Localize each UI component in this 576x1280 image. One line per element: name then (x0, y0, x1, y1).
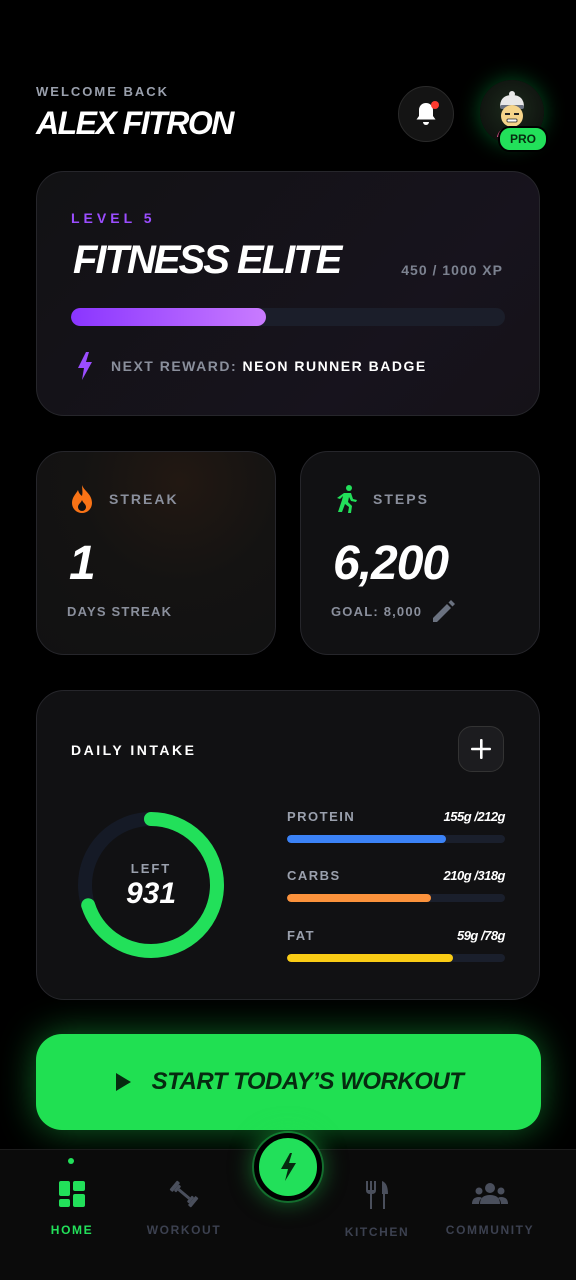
add-food-button[interactable] (458, 726, 504, 772)
steps-header: STEPS (333, 484, 429, 514)
macro-progress-fill (287, 835, 447, 843)
daily-intake-card: DAILY INTAKE LEFT 931 PROTEIN 155g /212g… (36, 690, 540, 1000)
people-icon (472, 1183, 508, 1204)
intake-title: DAILY INTAKE (71, 742, 197, 758)
macro-progress-bar (287, 954, 505, 962)
macro-name: PROTEIN (287, 809, 356, 824)
macro-protein: PROTEIN 155g /212g (287, 809, 505, 843)
nav-label: HOME (50, 1223, 94, 1237)
reward-value: NEON RUNNER BADGE (242, 358, 427, 374)
nav-item-community[interactable]: COMMUNITY (430, 1180, 550, 1237)
calories-left-label: LEFT (130, 861, 172, 876)
streak-card[interactable]: STREAK 1 DAYS STREAK (36, 451, 276, 655)
streak-header: STREAK (69, 484, 179, 514)
plus-icon (471, 739, 491, 759)
dumbbell-icon (169, 1180, 199, 1208)
steps-label: STEPS (373, 491, 429, 507)
edit-icon[interactable] (429, 596, 459, 626)
flame-icon (72, 485, 92, 513)
nav-item-kitchen[interactable]: KITCHEN (317, 1180, 437, 1239)
notification-dot (431, 101, 439, 109)
nav-item-home[interactable]: HOME (12, 1180, 132, 1237)
next-reward: NEXT REWARD: NEON RUNNER BADGE (77, 352, 427, 380)
macro-progress-bar (287, 894, 505, 902)
calories-left-value: 931 (125, 877, 177, 910)
header: WELCOME BACK ALEX FITRON PRO (36, 80, 548, 152)
lightning-icon (78, 352, 92, 380)
nav-label: WORKOUT (146, 1223, 222, 1237)
level-card: LEVEL 5 FITNESS ELITE 450 / 1000 XP NEXT… (36, 171, 540, 416)
quick-action-button[interactable] (254, 1133, 322, 1201)
steps-value: 6,200 (333, 537, 449, 590)
steps-goal: GOAL: 8,000 (331, 604, 423, 619)
macro-value: 155g /212g (443, 809, 506, 824)
reward-label: NEXT REWARD: (111, 358, 238, 374)
welcome-text: WELCOME BACK (36, 84, 170, 99)
macro-progress-fill (287, 894, 431, 902)
streak-value: 1 (69, 537, 96, 590)
nav-item-workout[interactable]: WORKOUT (124, 1180, 244, 1237)
macro-progress-bar (287, 835, 505, 843)
nav-label: COMMUNITY (445, 1223, 535, 1237)
reward-text: NEXT REWARD: NEON RUNNER BADGE (111, 358, 427, 374)
xp-progress-fill (71, 308, 267, 326)
active-nav-indicator (68, 1158, 74, 1164)
macro-name: CARBS (287, 868, 341, 883)
home-grid-icon (59, 1181, 85, 1207)
pro-badge: PRO (497, 126, 548, 152)
streak-label: STREAK (109, 491, 179, 507)
play-icon (115, 1073, 131, 1091)
utensils-icon (366, 1181, 388, 1209)
notifications-button[interactable] (398, 86, 454, 142)
macro-progress-fill (287, 954, 453, 962)
level-title: FITNESS ELITE (73, 238, 342, 282)
macro-name: FAT (287, 928, 316, 943)
xp-text: 450 / 1000 XP (401, 262, 503, 278)
steps-card[interactable]: STEPS 6,200 GOAL: 8,000 (300, 451, 540, 655)
start-workout-button[interactable]: START TODAY’S WORKOUT (36, 1034, 541, 1130)
user-name: ALEX FITRON (36, 105, 234, 141)
lightning-icon (281, 1153, 296, 1181)
macro-fat: FAT 59g /78g (287, 928, 506, 962)
start-workout-label: START TODAY’S WORKOUT (151, 1068, 464, 1095)
level-label: LEVEL 5 (71, 210, 156, 226)
runner-icon (337, 485, 357, 513)
macro-value: 59g /78g (456, 928, 506, 943)
nav-label: KITCHEN (344, 1225, 410, 1239)
xp-progress-bar (71, 308, 505, 326)
streak-sub: DAYS STREAK (67, 604, 173, 619)
macro-value: 210g /318g (443, 868, 506, 883)
macro-carbs: CARBS 210g /318g (287, 868, 505, 902)
